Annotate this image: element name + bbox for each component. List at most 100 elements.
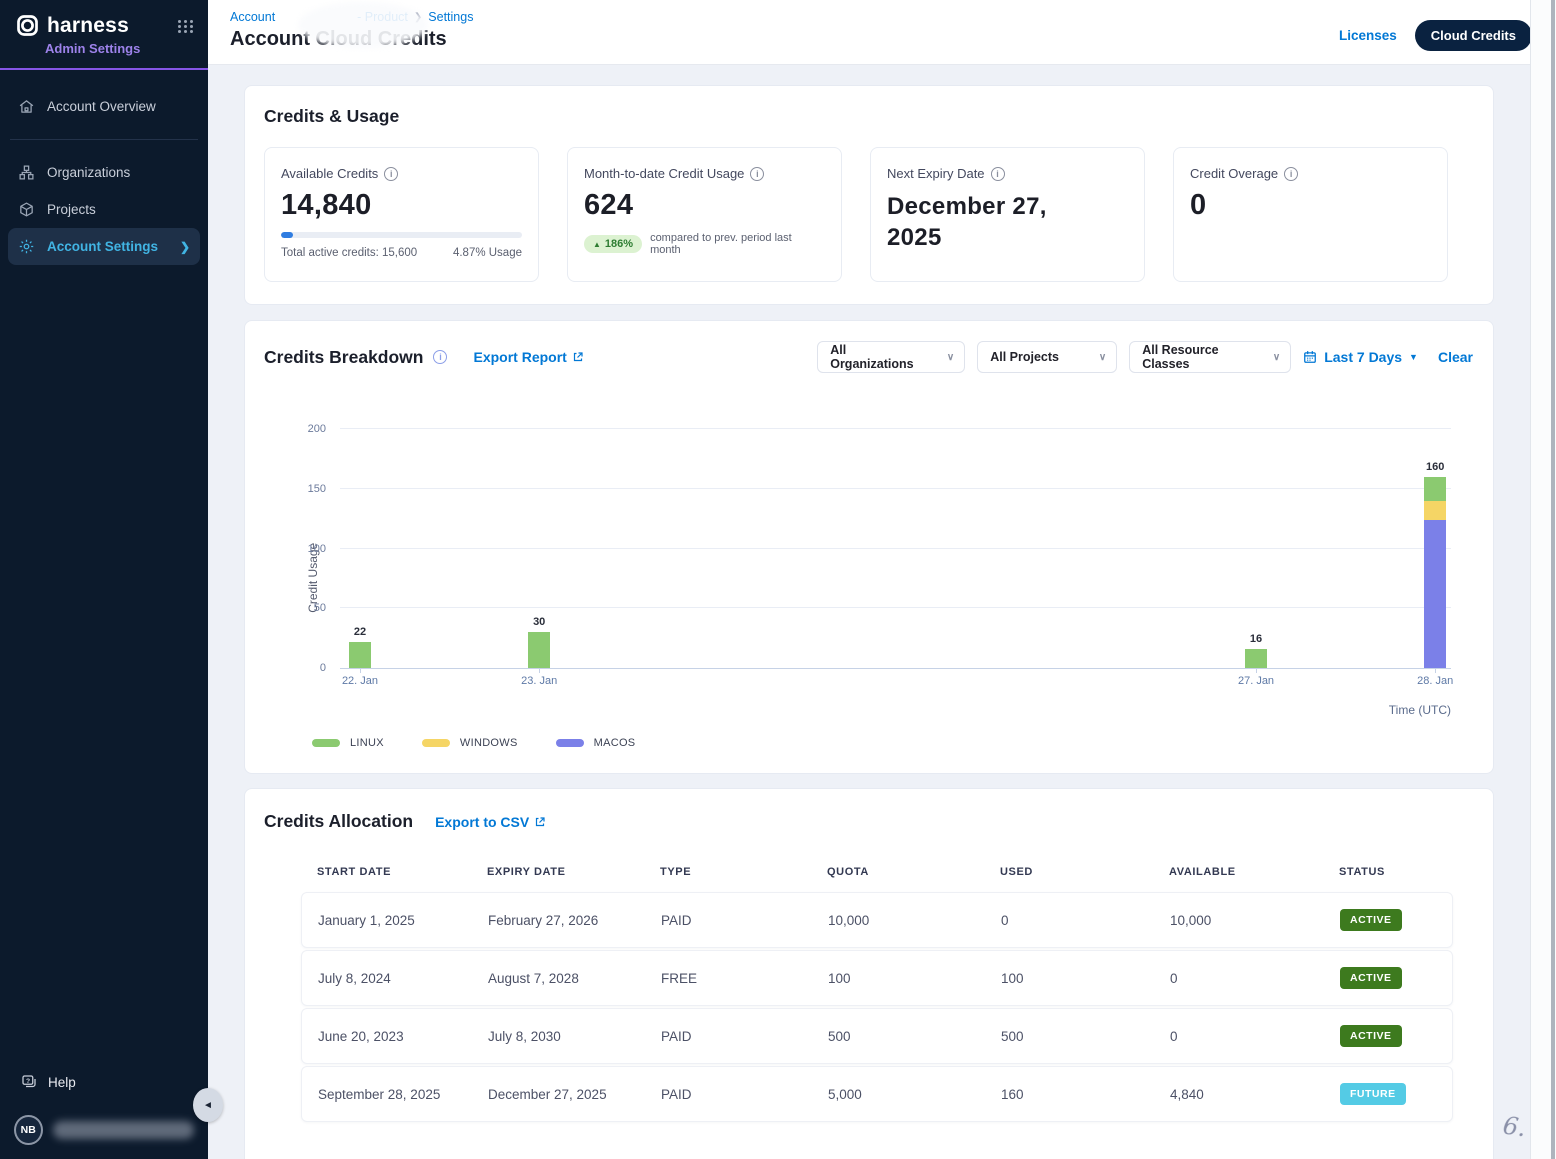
gridline xyxy=(340,488,1451,489)
bar-segment-macos xyxy=(1424,520,1446,668)
bar-total-label: 30 xyxy=(533,616,545,628)
clear-filters-link[interactable]: Clear xyxy=(1438,349,1473,365)
home-icon xyxy=(18,98,35,115)
caret-down-icon: ▼ xyxy=(1409,352,1418,362)
gridline xyxy=(340,548,1451,549)
sidebar-collapse-handle[interactable]: ◄ xyxy=(193,1088,223,1122)
x-tick xyxy=(1435,668,1436,673)
column-header: QUOTA xyxy=(827,866,1000,878)
arrow-up-icon: ▲ xyxy=(593,240,601,249)
cell-quota: 10,000 xyxy=(828,913,1001,928)
user-avatar[interactable]: NB xyxy=(14,1115,43,1145)
legend-item-windows[interactable]: WINDOWS xyxy=(422,737,518,749)
licenses-link[interactable]: Licenses xyxy=(1339,28,1397,43)
x-axis-title: Time (UTC) xyxy=(340,703,1451,717)
next-expiry-value: December 27, 2025 xyxy=(887,191,1067,253)
cell-used: 500 xyxy=(1001,1029,1170,1044)
credits-progress-fill xyxy=(281,232,293,238)
status-badge: ACTIVE xyxy=(1340,967,1402,989)
page-header: Account - Product ❯ Settings Account Clo… xyxy=(208,0,1556,65)
y-tick-label: 150 xyxy=(308,483,326,495)
column-header: USED xyxy=(1000,866,1169,878)
x-tick-label: 23. Jan xyxy=(521,675,557,687)
info-icon[interactable]: i xyxy=(1284,167,1298,181)
chart-bar[interactable] xyxy=(1245,649,1267,668)
sidebar-item-account-overview[interactable]: Account Overview xyxy=(8,88,200,125)
credits-allocation-title: Credits Allocation xyxy=(264,811,413,832)
projects-filter[interactable]: All Projects∨ xyxy=(977,341,1117,373)
allocation-table: START DATEEXPIRY DATETYPEQUOTAUSEDAVAILA… xyxy=(301,866,1453,1122)
cloud-credits-button[interactable]: Cloud Credits xyxy=(1415,20,1532,51)
chevron-down-icon: ∨ xyxy=(947,352,954,363)
bar-segment-linux xyxy=(349,642,371,668)
cell-available: 0 xyxy=(1170,1029,1340,1044)
organizations-icon xyxy=(18,164,35,181)
sidebar-item-projects[interactable]: Projects xyxy=(8,191,200,228)
breadcrumb: Account - Product ❯ Settings xyxy=(230,10,473,24)
cell-available: 10,000 xyxy=(1170,913,1340,928)
credits-breakdown-chart: Credit Usage 050100150200223016160 22. J… xyxy=(340,429,1451,749)
breadcrumb-settings-link[interactable]: Settings xyxy=(428,10,473,24)
sidebar-item-label: Organizations xyxy=(47,165,130,180)
breadcrumb-separator-icon: ❯ xyxy=(414,12,422,23)
column-header: TYPE xyxy=(660,866,827,878)
x-tick-label: 22. Jan xyxy=(342,675,378,687)
sidebar-item-label: Projects xyxy=(47,202,96,217)
allocation-table-body: January 1, 2025February 27, 2026PAID10,0… xyxy=(301,892,1453,1122)
app-grid-icon[interactable] xyxy=(178,20,194,33)
legend-swatch xyxy=(556,739,584,747)
scrollbar-thumb[interactable] xyxy=(1551,0,1555,1159)
bar-segment-linux xyxy=(1245,649,1267,668)
help-button[interactable]: ? Help xyxy=(14,1065,194,1099)
export-report-link[interactable]: Export Report xyxy=(473,349,583,365)
legend-item-macos[interactable]: MACOS xyxy=(556,737,636,749)
date-range-picker[interactable]: Last 7 Days ▼ xyxy=(1303,349,1418,365)
chart-bar[interactable] xyxy=(1424,477,1446,668)
cell-start: September 28, 2025 xyxy=(318,1087,488,1102)
credits-usage-section: Credits & Usage Available Credits i 14,8… xyxy=(244,85,1494,305)
cell-type: PAID xyxy=(661,1087,828,1102)
credits-allocation-section: Credits Allocation Export to CSV START D… xyxy=(244,788,1494,1159)
corner-annotation: 6. xyxy=(1501,1112,1528,1143)
breadcrumb-account-link[interactable]: Account xyxy=(230,10,275,24)
info-icon[interactable]: i xyxy=(384,167,398,181)
chart-legend: LINUX WINDOWS MACOS xyxy=(312,737,1451,749)
cell-type: FREE xyxy=(661,971,828,986)
column-header: STATUS xyxy=(1339,866,1453,878)
export-csv-link[interactable]: Export to CSV xyxy=(435,814,546,830)
sidebar-item-label: Account Settings xyxy=(47,239,158,254)
delta-note: compared to prev. period last month xyxy=(650,232,825,256)
info-icon[interactable]: i xyxy=(750,167,764,181)
available-credits-label: Available Credits xyxy=(281,166,378,181)
cell-type: PAID xyxy=(661,913,828,928)
credits-breakdown-section: Credits Breakdown i Export Report All Or… xyxy=(244,320,1494,774)
bar-total-label: 160 xyxy=(1426,461,1444,473)
bar-segment-linux xyxy=(1424,477,1446,501)
page-title: Account Cloud Credits xyxy=(230,28,473,51)
total-active-credits: Total active credits: 15,600 xyxy=(281,247,417,259)
legend-swatch xyxy=(312,739,340,747)
sidebar-item-account-settings[interactable]: Account Settings ❯ xyxy=(8,228,200,265)
cell-quota: 5,000 xyxy=(828,1087,1001,1102)
info-icon[interactable]: i xyxy=(991,167,1005,181)
cell-available: 0 xyxy=(1170,971,1340,986)
cell-expiry: July 8, 2030 xyxy=(488,1029,661,1044)
credit-overage-label: Credit Overage xyxy=(1190,166,1278,181)
info-icon[interactable]: i xyxy=(433,350,447,364)
logo-text: harness xyxy=(47,14,129,38)
legend-label: WINDOWS xyxy=(460,737,518,749)
bar-total-label: 16 xyxy=(1250,633,1262,645)
sidebar-divider xyxy=(10,139,198,140)
mtd-usage-value: 624 xyxy=(584,189,825,222)
y-tick-label: 0 xyxy=(320,662,326,674)
cell-used: 100 xyxy=(1001,971,1170,986)
legend-item-linux[interactable]: LINUX xyxy=(312,737,384,749)
breadcrumb-product-link[interactable]: - Product xyxy=(357,10,408,24)
status-badge: ACTIVE xyxy=(1340,1025,1402,1047)
next-expiry-card: Next Expiry Date i December 27, 2025 xyxy=(870,147,1145,282)
sidebar-item-organizations[interactable]: Organizations xyxy=(8,154,200,191)
chart-bar[interactable] xyxy=(349,642,371,668)
organizations-filter[interactable]: All Organizations∨ xyxy=(817,341,965,373)
resource-classes-filter[interactable]: All Resource Classes∨ xyxy=(1129,341,1291,373)
chart-bar[interactable] xyxy=(528,632,550,668)
